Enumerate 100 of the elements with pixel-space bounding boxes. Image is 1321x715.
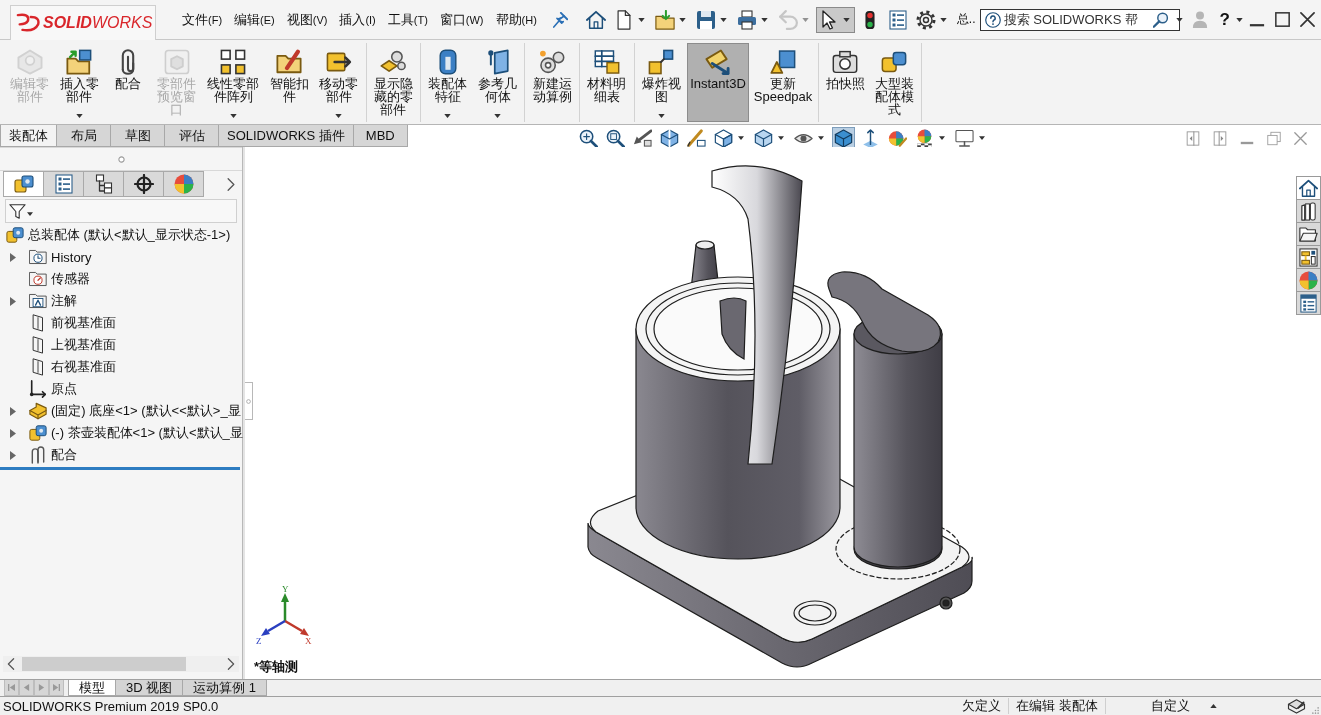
zoom-icon — [578, 128, 598, 148]
circles-icon — [539, 49, 566, 75]
command-tab[interactable]: 草图 — [110, 125, 165, 147]
x-axis-arrow — [284, 619, 309, 636]
tree-item[interactable]: (-) 茶壶装配体<1> (默认<默认_显 — [0, 422, 242, 444]
ribbon-button[interactable]: 智能扣件 — [265, 43, 313, 122]
ribbon-button[interactable]: 材料明细表 — [582, 43, 631, 122]
task-pane-tab[interactable] — [1296, 291, 1321, 315]
tree-item[interactable]: 前视基准面 — [0, 312, 242, 334]
maximize-icon[interactable] — [1275, 12, 1290, 27]
arrow-box-icon — [632, 128, 652, 148]
menu-item[interactable]: 编辑(E) — [228, 8, 281, 31]
box-pencil-icon[interactable] — [1287, 698, 1306, 714]
ribbon-button[interactable]: 大型装配体模式 — [870, 43, 918, 122]
task-pane-tab[interactable] — [1296, 245, 1321, 269]
caret-icon — [760, 17, 768, 22]
save-icon — [695, 9, 716, 30]
tree-item[interactable]: 配合 — [0, 444, 242, 466]
pin-icon[interactable] — [552, 11, 568, 28]
folder-gauge-icon — [29, 270, 47, 288]
minimize-icon[interactable] — [1249, 22, 1265, 27]
sheet-tab[interactable]: 模型 — [68, 680, 116, 696]
caret-icon[interactable] — [1236, 17, 1243, 22]
toolbar-button[interactable] — [815, 6, 855, 33]
menu-item[interactable]: 视图(V) — [280, 8, 334, 31]
menu-item[interactable]: 文件(F) — [176, 8, 229, 31]
tree-item[interactable]: 总装配体 (默认<默认_显示状态-1>) — [0, 224, 242, 246]
manager-tab[interactable] — [123, 171, 164, 197]
menu-item[interactable]: 帮助(H) — [489, 8, 543, 31]
help-button[interactable]: ? — [1217, 9, 1232, 30]
manager-tab[interactable] — [43, 171, 84, 197]
tree-item[interactable]: 上视基准面 — [0, 334, 242, 356]
ribbon-button[interactable]: 新建运动算例 — [528, 43, 576, 122]
close-icon[interactable] — [1300, 12, 1315, 27]
manager-tab[interactable] — [3, 171, 44, 197]
square-triangle-icon — [770, 49, 797, 75]
ribbon-button[interactable]: 更新 Speedpak — [750, 43, 816, 122]
expand-arrow-icon[interactable] — [10, 450, 16, 460]
expand-arrow-icon[interactable] — [10, 428, 16, 438]
ribbon-button[interactable]: 插入零部件 — [55, 43, 104, 122]
ribbon-button[interactable]: 参考几何体 — [473, 43, 522, 122]
tree-item[interactable]: 传感器 — [0, 268, 242, 290]
expand-arrow-icon[interactable] — [10, 252, 16, 262]
ruler-arrow-icon — [704, 49, 731, 75]
tree-item[interactable]: (固定) 底座<1> (默认<<默认>_显 — [0, 400, 242, 422]
logo-mark-icon — [16, 12, 40, 33]
horizontal-scrollbar[interactable] — [3, 656, 239, 672]
view-toolbar-button[interactable] — [684, 126, 708, 150]
chevron-left-icon[interactable] — [7, 658, 15, 670]
ribbon-button[interactable]: 显示隐藏的零部件 — [369, 43, 418, 122]
manager-tab[interactable] — [83, 171, 124, 197]
ribbon-button[interactable]: 爆炸视图 — [637, 43, 686, 122]
ribbon-button[interactable]: 配合 — [105, 43, 152, 122]
crosshair-icon — [133, 174, 154, 194]
ribbon-button[interactable]: 移动零部件 — [314, 43, 363, 122]
cube-icon — [833, 128, 853, 148]
list-icon — [887, 9, 908, 30]
blocks-icon — [6, 226, 24, 244]
ribbon-button[interactable]: 线性零部件阵列 — [202, 43, 264, 122]
units-dropdown[interactable]: 自定义 — [1119, 697, 1217, 715]
command-tab[interactable]: 装配体 — [0, 125, 57, 147]
skip-right-icon — [53, 684, 60, 691]
chevron-right-icon[interactable] — [227, 177, 235, 191]
squares-icon — [881, 49, 908, 75]
filter-icon[interactable] — [9, 202, 26, 220]
task-pane-tab[interactable] — [1296, 176, 1321, 200]
skip-left-icon — [8, 684, 15, 691]
task-pane-tab[interactable] — [1296, 222, 1321, 246]
sheet-tab[interactable]: 3D 视图 — [115, 680, 184, 696]
panel-collapse-handle[interactable] — [245, 382, 253, 420]
blocks-icon — [29, 424, 47, 442]
command-tab[interactable]: 布局 — [56, 125, 111, 147]
tree-item[interactable]: 注解 — [0, 290, 242, 312]
tree-item[interactable]: 右视基准面 — [0, 356, 242, 378]
view-toolbar-button[interactable] — [831, 126, 855, 150]
document-name[interactable]: 总.. — [956, 11, 976, 28]
tree-item[interactable]: History — [0, 246, 242, 268]
shaded-cube-icon — [753, 128, 773, 148]
command-tab[interactable]: 评估 — [164, 125, 219, 147]
folder-icon — [1299, 224, 1318, 244]
chevron-right-icon[interactable] — [227, 658, 235, 670]
ribbon-button[interactable]: 拍快照 — [822, 43, 869, 122]
caret-icon — [444, 114, 452, 118]
settings-icon — [915, 9, 936, 30]
command-tab[interactable]: MBD — [352, 125, 408, 147]
expand-arrow-icon[interactable] — [10, 406, 16, 416]
ribbon-button[interactable]: Instant3D — [687, 43, 749, 122]
command-tab[interactable]: SOLIDWORKS 插件 — [218, 125, 354, 147]
tree-item[interactable]: 原点 — [0, 378, 242, 400]
menu-item[interactable]: 工具(T) — [381, 8, 434, 31]
scrollbar-thumb[interactable] — [22, 657, 186, 671]
expand-arrow-icon[interactable] — [10, 296, 16, 306]
caret-icon — [494, 114, 502, 118]
ribbon-button[interactable]: 装配体特征 — [424, 43, 472, 122]
task-pane-tab[interactable] — [1296, 199, 1321, 223]
caret-icon — [842, 17, 850, 22]
menu-item[interactable]: 窗口(W) — [433, 8, 490, 31]
menu-item[interactable]: 插入(I) — [333, 8, 382, 31]
sheet-tab[interactable]: 运动算例 1 — [182, 680, 268, 696]
search-field[interactable]: 搜索 SOLIDWORKS 帮 — [979, 8, 1180, 31]
